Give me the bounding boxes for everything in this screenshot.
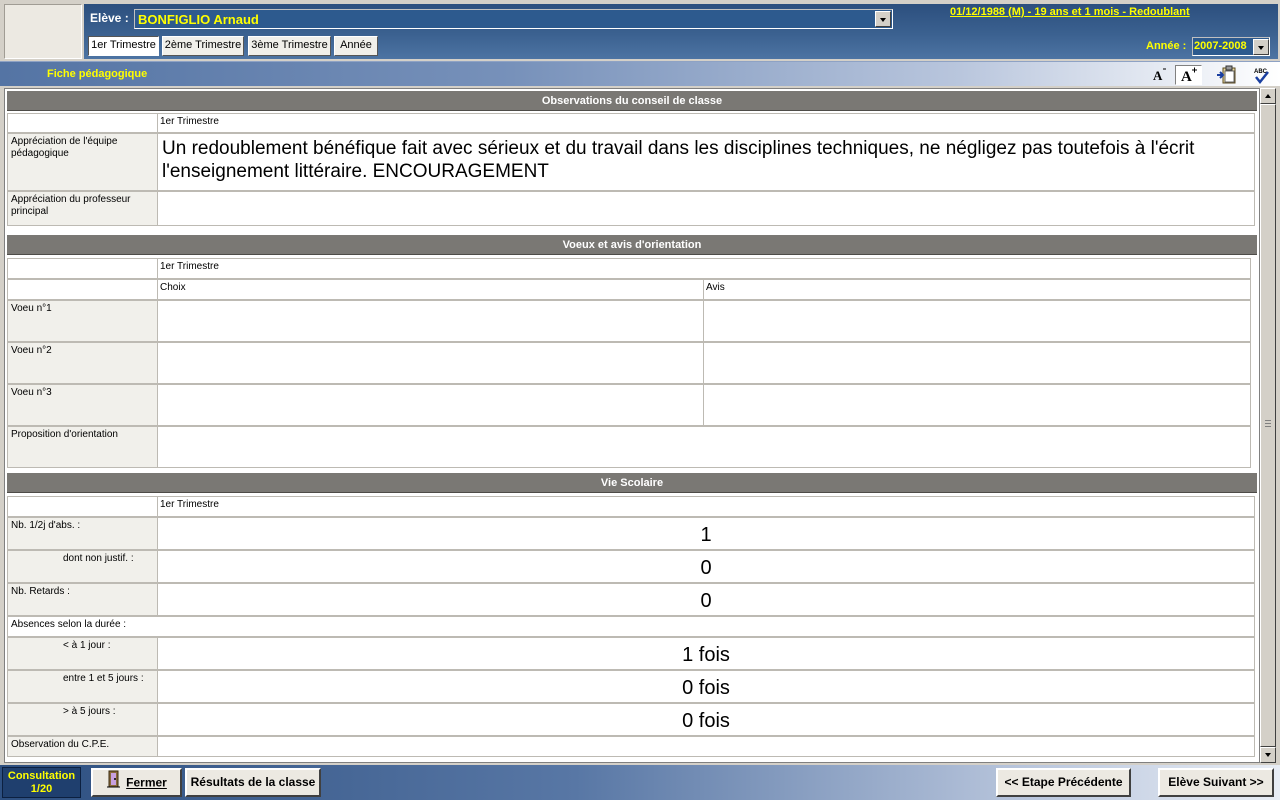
voeu3-avis-field[interactable] — [703, 384, 1251, 426]
year-value: 2007-2008 — [1194, 40, 1247, 52]
row-label: dont non justif. : — [7, 550, 159, 583]
row-label: entre 1 et 5 jours : — [7, 670, 159, 703]
student-label: Elève : — [90, 11, 129, 25]
consultation-badge: Consultation 1/20 — [2, 767, 81, 798]
absences-moins-1-jour-value: 1 fois — [157, 637, 1255, 670]
row-label: Appréciation du professeur principal — [7, 191, 159, 226]
svg-text:A: A — [1153, 68, 1163, 83]
chevron-down-icon[interactable] — [1253, 39, 1269, 55]
corner-cell — [7, 113, 159, 133]
tab-2eme-trimestre[interactable]: 2ème Trimestre — [162, 36, 244, 56]
header-bar: Elève : BONFIGLIO Arnaud 01/12/1988 (M) … — [84, 4, 1278, 59]
period-header: 1er Trimestre — [157, 113, 1255, 133]
row-label: < à 1 jour : — [7, 637, 159, 670]
bottom-bar: Consultation 1/20 Fermer Résultats de la… — [0, 765, 1280, 800]
observation-cpe-field[interactable] — [157, 736, 1255, 757]
retards-value: 0 — [157, 583, 1255, 616]
row-label: Observation du C.P.E. — [7, 736, 159, 757]
proposition-orientation-field[interactable] — [157, 426, 1251, 468]
row-label: Absences selon la durée : — [7, 616, 1255, 637]
year-label: Année : — [1146, 40, 1187, 52]
consultation-label: Consultation — [7, 770, 76, 782]
section-header-vie-scolaire: Vie Scolaire — [7, 473, 1257, 493]
voeu2-avis-field[interactable] — [703, 342, 1251, 384]
row-label: Nb. 1/2j d'abs. : — [7, 517, 159, 550]
title-bar: Fiche pédagogique A A ABC — [0, 61, 1280, 86]
year-select[interactable]: 2007-2008 — [1192, 37, 1270, 56]
svg-text:A: A — [1181, 69, 1192, 84]
tab-annee[interactable]: Année — [334, 36, 378, 56]
row-label: Proposition d'orientation — [7, 426, 159, 468]
vertical-scrollbar[interactable] — [1260, 88, 1276, 763]
app-window: Elève : BONFIGLIO Arnaud 01/12/1988 (M) … — [0, 0, 1280, 800]
voeu2-choix-field[interactable] — [157, 342, 704, 384]
student-name: BONFIGLIO Arnaud — [138, 12, 259, 27]
scroll-down-icon[interactable] — [1260, 747, 1276, 763]
scrollbar-thumb[interactable] — [1260, 104, 1276, 747]
page-title: Fiche pédagogique — [47, 68, 148, 80]
grip-icon — [1265, 420, 1271, 427]
voeu1-choix-field[interactable] — [157, 300, 704, 342]
class-results-button[interactable]: Résultats de la classe — [185, 768, 321, 797]
column-header-choix: Choix — [157, 279, 704, 300]
row-label: Voeu n°2 — [7, 342, 159, 384]
period-header: 1er Trimestre — [157, 496, 1255, 517]
absences-1-5-jours-value: 0 fois — [157, 670, 1255, 703]
appreciation-equipe-field[interactable]: Un redoublement bénéfique fait avec séri… — [157, 133, 1255, 191]
appreciation-professeur-field[interactable] — [157, 191, 1255, 226]
period-header: 1er Trimestre — [157, 258, 1251, 279]
tab-3eme-trimestre[interactable]: 3ème Trimestre — [248, 36, 331, 56]
form-content: Observations du conseil de classe 1er Tr… — [4, 88, 1260, 763]
non-justifiees-value: 0 — [157, 550, 1255, 583]
close-button-label: Fermer — [126, 775, 167, 790]
chevron-down-icon[interactable] — [875, 11, 891, 27]
font-increase-icon[interactable]: A — [1175, 65, 1202, 85]
student-select[interactable]: BONFIGLIO Arnaud — [134, 9, 893, 29]
column-header-avis: Avis — [703, 279, 1251, 300]
row-label: Voeu n°3 — [7, 384, 159, 426]
header: Elève : BONFIGLIO Arnaud 01/12/1988 (M) … — [0, 0, 1280, 60]
door-exit-icon — [106, 770, 122, 797]
section-header-orientation: Voeux et avis d'orientation — [7, 235, 1257, 255]
font-decrease-icon[interactable]: A — [1149, 65, 1171, 85]
row-label: Nb. Retards : — [7, 583, 159, 616]
corner-cell — [7, 496, 159, 517]
student-photo — [4, 4, 82, 59]
row-label: Voeu n°1 — [7, 300, 159, 342]
corner-cell — [7, 279, 159, 300]
absences-demi-journees-value: 1 — [157, 517, 1255, 550]
absences-plus-5-jours-value: 0 fois — [157, 703, 1255, 736]
row-label: Appréciation de l'équipe pédagogique — [7, 133, 159, 191]
corner-cell — [7, 258, 159, 279]
section-header-conseil: Observations du conseil de classe — [7, 91, 1257, 111]
next-student-button[interactable]: Elève Suivant >> — [1158, 768, 1274, 797]
tab-1er-trimestre[interactable]: 1er Trimestre — [88, 36, 159, 56]
voeu1-avis-field[interactable] — [703, 300, 1251, 342]
student-birth-info[interactable]: 01/12/1988 (M) - 19 ans et 1 mois - Redo… — [950, 6, 1190, 18]
close-button[interactable]: Fermer — [91, 768, 182, 797]
voeu3-choix-field[interactable] — [157, 384, 704, 426]
clipboard-icon[interactable] — [1216, 65, 1238, 85]
consultation-count: 1/20 — [30, 783, 53, 795]
spellcheck-icon[interactable]: ABC — [1250, 65, 1272, 85]
scroll-up-icon[interactable] — [1260, 88, 1276, 104]
row-label: > à 5 jours : — [7, 703, 159, 736]
previous-step-button[interactable]: << Etape Précédente — [996, 768, 1131, 797]
